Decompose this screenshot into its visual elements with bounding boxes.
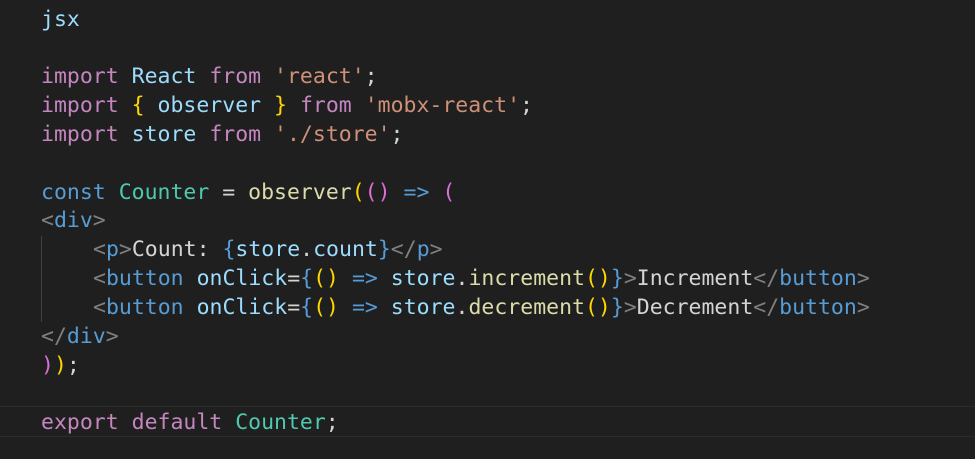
- token: >: [856, 266, 870, 291]
- code-line-12: </div>: [41, 322, 119, 351]
- token: }: [274, 93, 287, 118]
- token: './store': [274, 122, 391, 147]
- token: Decrement: [636, 295, 754, 320]
- token: button: [105, 295, 184, 320]
- token: decrement: [468, 295, 585, 320]
- language-label: jsx: [41, 7, 80, 32]
- token: >: [105, 324, 119, 349]
- token: increment: [468, 266, 585, 291]
- token: (): [364, 180, 391, 205]
- code-line-9: <p>Count: {store.count}</p>: [41, 235, 443, 264]
- token: <: [93, 266, 106, 291]
- token: from: [299, 93, 352, 118]
- code-line-15: export default Counter;: [41, 408, 339, 437]
- token: ): [53, 353, 67, 378]
- token: p: [105, 237, 119, 262]
- code-line-10: <button onClick={() => store.increment()…: [41, 264, 870, 293]
- token: (): [313, 266, 339, 291]
- token: 'react': [274, 64, 365, 89]
- token: store: [131, 122, 197, 147]
- token: from: [209, 64, 262, 89]
- token: 'mobx-react': [364, 93, 521, 118]
- token: ;: [66, 353, 80, 378]
- code-line-4: import { observer } from 'mobx-react';: [41, 91, 533, 120]
- token: button: [779, 266, 857, 291]
- token: import: [41, 64, 119, 89]
- code-line-8: <div>: [41, 206, 106, 235]
- token: </: [753, 266, 780, 291]
- token: button: [105, 266, 184, 291]
- token: </: [753, 295, 780, 320]
- token: div: [53, 208, 93, 233]
- token: export: [41, 410, 119, 435]
- token: {: [300, 266, 314, 291]
- code-line-5: import store from './store';: [41, 120, 404, 149]
- token: {: [300, 295, 314, 320]
- token: =>: [403, 180, 430, 205]
- token: >: [92, 208, 106, 233]
- token: </: [390, 237, 417, 262]
- token: }: [610, 295, 624, 320]
- token: >: [623, 295, 637, 320]
- token: Count:: [131, 237, 223, 262]
- token: p: [416, 237, 430, 262]
- token: store: [235, 237, 301, 262]
- token: .: [300, 237, 314, 262]
- token: }: [610, 266, 624, 291]
- token: ;: [390, 122, 404, 147]
- token: =: [287, 266, 301, 291]
- token: observer: [157, 93, 262, 118]
- code-line-13: ));: [41, 351, 80, 380]
- token: =: [287, 295, 301, 320]
- token: ): [41, 353, 54, 378]
- token: =>: [351, 266, 378, 291]
- token: count: [313, 237, 378, 262]
- token: (: [442, 180, 456, 205]
- token: ;: [364, 64, 378, 89]
- token: ;: [325, 410, 339, 435]
- token: {: [131, 93, 145, 118]
- token: }: [377, 237, 391, 262]
- token: store: [390, 266, 456, 291]
- token: </: [41, 324, 67, 349]
- token: .: [455, 266, 469, 291]
- token: (): [313, 295, 339, 320]
- token: button: [779, 295, 857, 320]
- token: ;: [520, 93, 533, 118]
- token: Counter: [235, 410, 326, 435]
- token: (: [351, 180, 365, 205]
- token: >: [429, 237, 443, 262]
- code-line-3: import React from 'react';: [41, 62, 378, 91]
- token: {: [222, 237, 236, 262]
- token: Increment: [636, 266, 754, 291]
- token: >: [118, 237, 132, 262]
- token: onClick: [196, 295, 288, 320]
- token: <: [93, 295, 106, 320]
- token: div: [66, 324, 106, 349]
- token: const: [41, 180, 106, 205]
- token: .: [455, 295, 469, 320]
- token: React: [131, 64, 197, 89]
- token: (): [584, 266, 611, 291]
- token: store: [390, 295, 456, 320]
- token: (): [584, 295, 611, 320]
- token: >: [856, 295, 870, 320]
- token: Counter: [118, 180, 210, 205]
- token: default: [131, 410, 223, 435]
- token: >: [623, 266, 637, 291]
- token: =>: [351, 295, 378, 320]
- token: observer: [248, 180, 352, 205]
- code-editor[interactable]: jsx import React from 'react'; import { …: [0, 0, 975, 459]
- token: import: [41, 122, 119, 147]
- token: =: [222, 180, 236, 205]
- token: import: [41, 93, 119, 118]
- token: from: [209, 122, 262, 147]
- token: <: [93, 237, 106, 262]
- code-line-7: const Counter = observer(() => (: [41, 178, 455, 207]
- code-line-11: <button onClick={() => store.decrement()…: [41, 293, 870, 322]
- token: onClick: [196, 266, 288, 291]
- token: <: [41, 208, 54, 233]
- code-line-1: jsx: [41, 5, 80, 34]
